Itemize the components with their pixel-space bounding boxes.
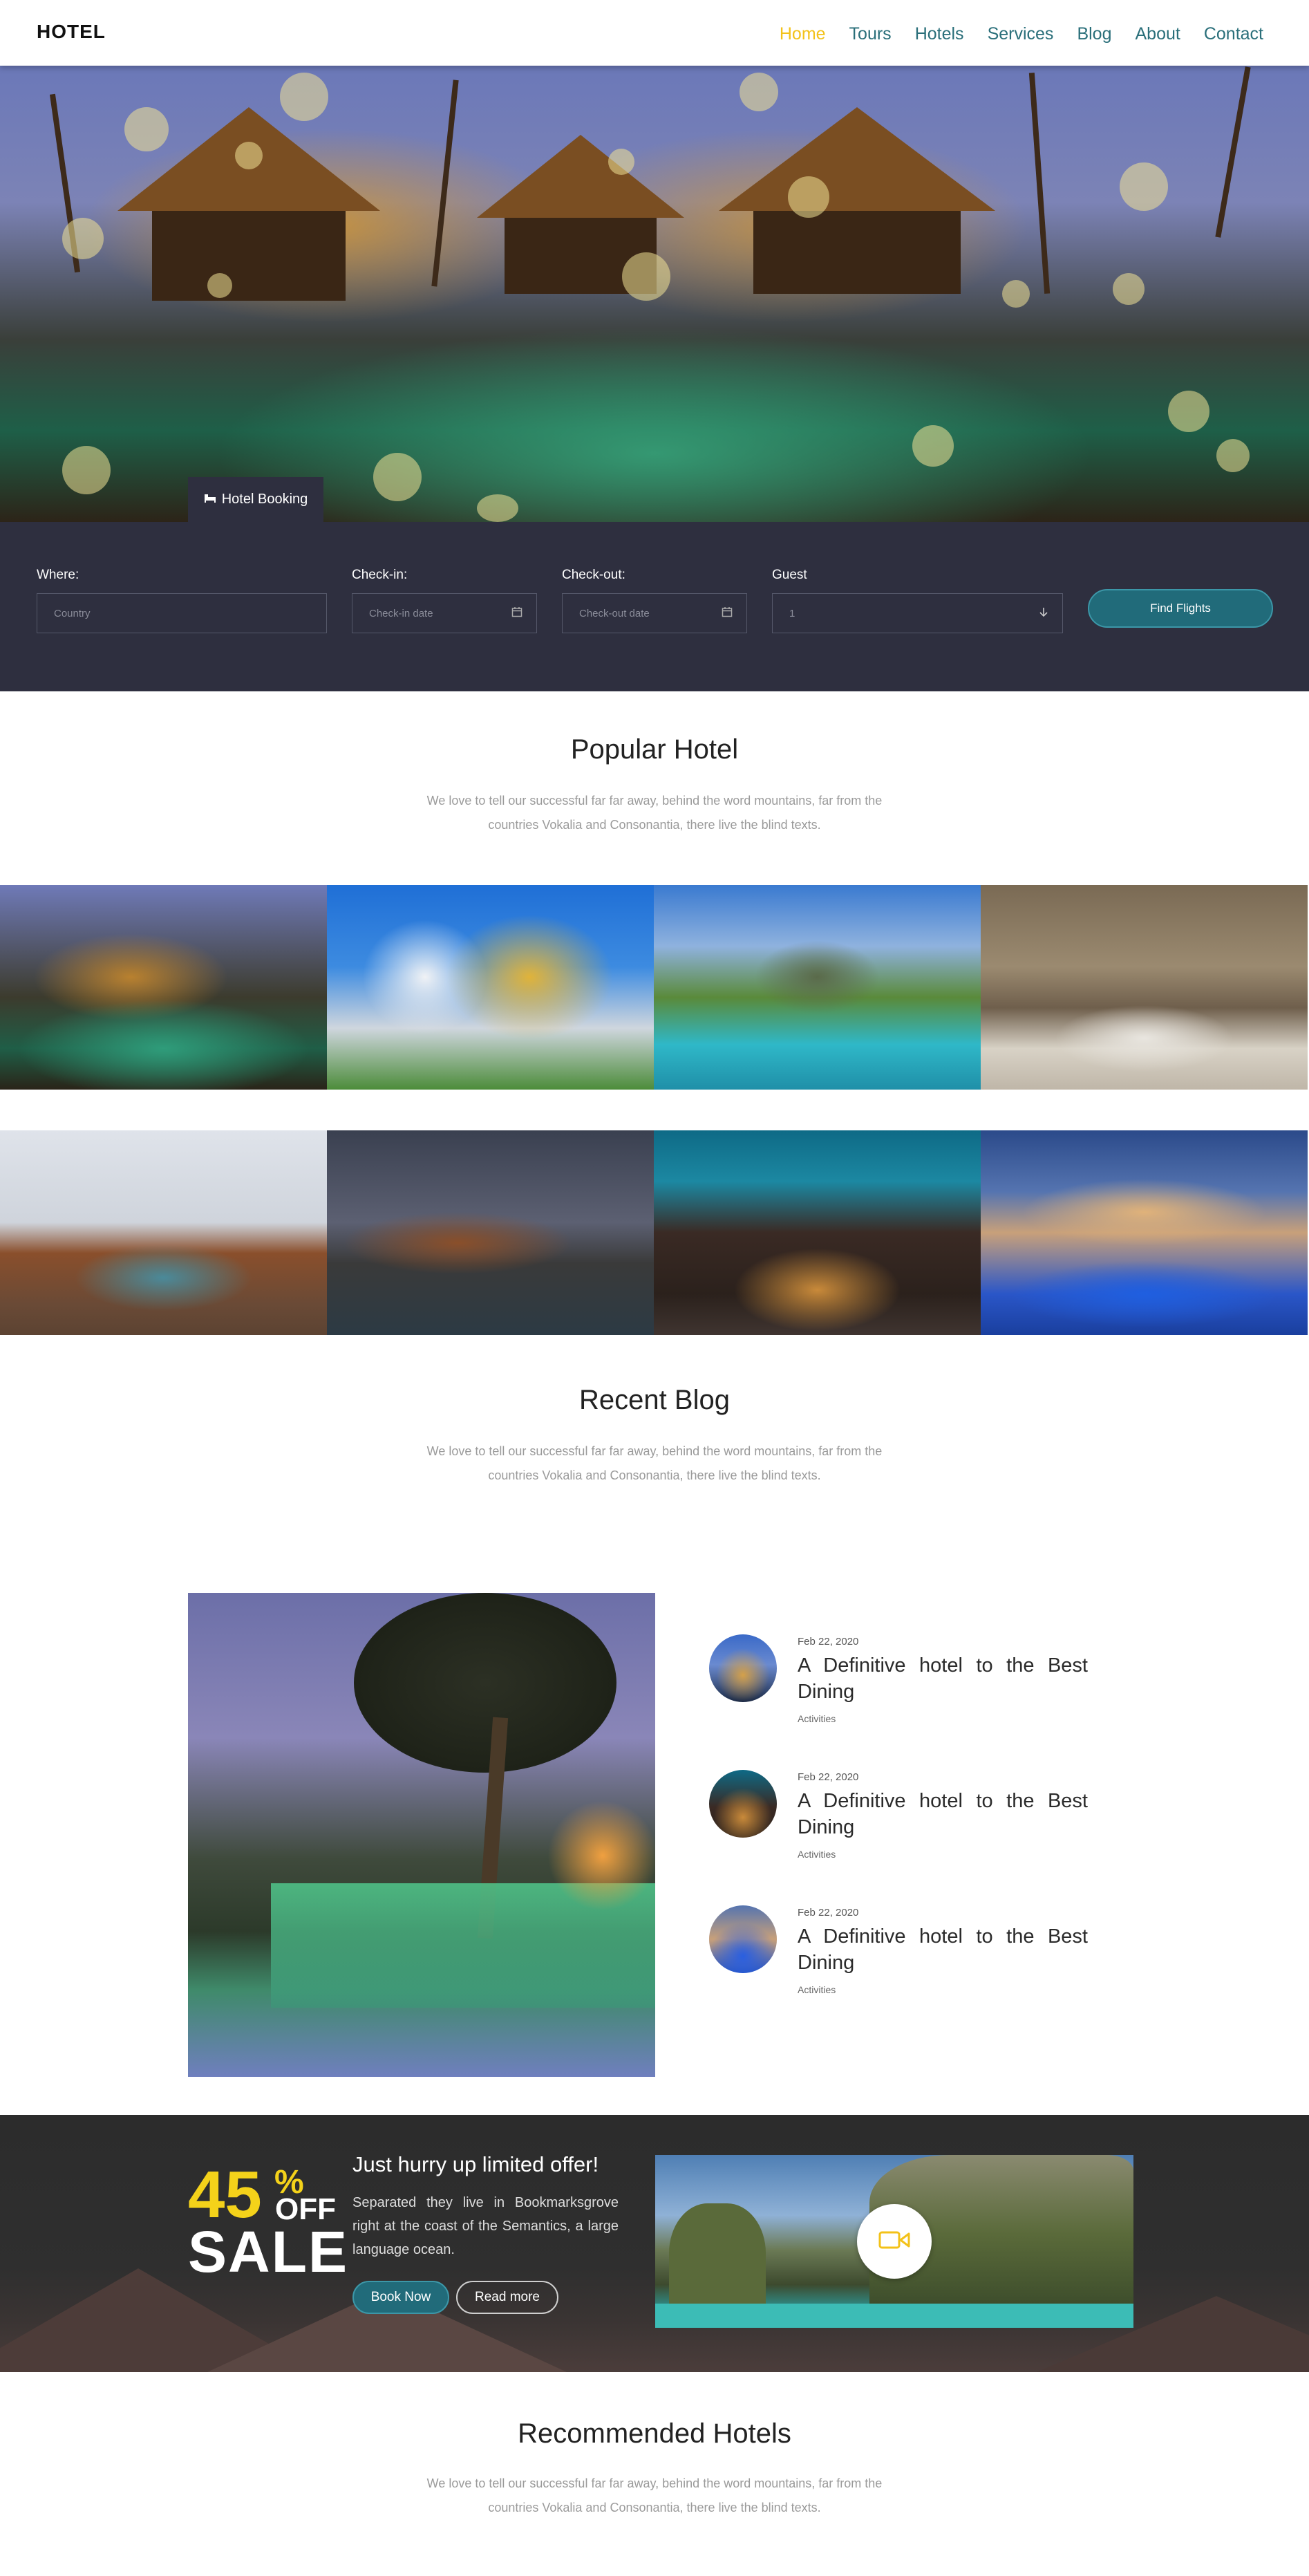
popular-hotel-subtitle: We love to tell our successful far far a… [426, 794, 883, 832]
calendar-icon [722, 606, 733, 621]
blog-post-1[interactable]: Feb 22, 2020 A Definitive hotel to the B… [709, 1634, 1088, 1731]
blog-thumbnail[interactable] [709, 1905, 777, 1973]
book-now-button[interactable]: Book Now [352, 2281, 449, 2314]
offer-title: Just hurry up limited offer! [352, 2152, 599, 2176]
site-header: HOTEL Home Tours Hotels Services Blog Ab… [0, 0, 1309, 66]
blog-date: Feb 22, 2020 [798, 1907, 859, 1919]
offer-video[interactable] [655, 2155, 1133, 2328]
where-input[interactable]: Country [37, 593, 327, 633]
blog-featured-image[interactable] [188, 1593, 655, 2077]
nav-home[interactable]: Home [780, 24, 826, 44]
read-more-button[interactable]: Read more [456, 2281, 558, 2314]
nav-contact[interactable]: Contact [1204, 24, 1263, 44]
arrow-down-icon [1039, 606, 1048, 621]
popular-hotel-title: Popular Hotel [570, 734, 739, 765]
blog-date: Feb 22, 2020 [798, 1771, 859, 1783]
guest-value: 1 [789, 607, 795, 619]
video-camera-icon [878, 2230, 910, 2254]
blog-category[interactable]: Activities [798, 1713, 836, 1724]
gallery-image-villa-pool[interactable] [981, 1130, 1308, 1335]
main-nav: Home Tours Hotels Services Blog About Co… [780, 24, 1263, 44]
nav-hotels[interactable]: Hotels [915, 24, 964, 44]
blog-date: Feb 22, 2020 [798, 1636, 859, 1648]
recommended-hotels-title: Recommended Hotels [518, 2418, 791, 2449]
checkout-placeholder: Check-out date [579, 607, 650, 619]
nav-blog[interactable]: Blog [1077, 24, 1111, 44]
gallery-image-bedroom[interactable] [981, 885, 1308, 1090]
checkout-input[interactable]: Check-out date [562, 593, 747, 633]
nav-tours[interactable]: Tours [849, 24, 892, 44]
blog-post-3[interactable]: Feb 22, 2020 A Definitive hotel to the B… [709, 1905, 1088, 2002]
blog-category[interactable]: Activities [798, 1984, 836, 1995]
checkin-input[interactable]: Check-in date [352, 593, 537, 633]
calendar-icon [511, 606, 522, 621]
gallery-image-old-town[interactable] [654, 1130, 981, 1335]
play-video-button[interactable] [857, 2204, 932, 2279]
recommended-hotels-subtitle: We love to tell our successful far far a… [426, 2476, 883, 2514]
booking-tab-label: Hotel Booking [221, 492, 308, 507]
bed-icon [204, 492, 216, 507]
guest-label: Guest [772, 568, 807, 582]
gallery-image-pool-garden[interactable] [654, 885, 981, 1090]
checkin-label: Check-in: [352, 568, 408, 582]
blog-title-link[interactable]: A Definitive hotel to the Best Dining [798, 1788, 1088, 1840]
recent-blog-subtitle: We love to tell our successful far far a… [426, 1444, 883, 1482]
recent-blog-title: Recent Blog [579, 1385, 730, 1415]
guest-select[interactable]: 1 [772, 593, 1063, 633]
offer-sale-label: SALE [188, 2219, 349, 2284]
blog-title-link[interactable]: A Definitive hotel to the Best Dining [798, 1923, 1088, 1976]
hero-image [0, 66, 1309, 522]
blog-thumbnail[interactable] [709, 1770, 777, 1838]
offer-banner: 45 % OFF SALE Just hurry up limited offe… [0, 2115, 1309, 2372]
blog-post-2[interactable]: Feb 22, 2020 A Definitive hotel to the B… [709, 1770, 1088, 1867]
blog-thumbnail[interactable] [709, 1634, 777, 1702]
gallery-image-lodge-dusk[interactable] [327, 1130, 654, 1335]
gallery-image-guest-room[interactable] [0, 1130, 327, 1335]
checkout-label: Check-out: [562, 568, 625, 582]
where-placeholder: Country [54, 607, 91, 619]
find-flights-button[interactable]: Find Flights [1088, 589, 1273, 628]
search-panel: Where: Country Check-in: Check-in date C… [0, 522, 1309, 691]
gallery-image-resort-night[interactable] [0, 885, 327, 1090]
nav-about[interactable]: About [1135, 24, 1180, 44]
gallery-image-temple[interactable] [327, 885, 654, 1090]
offer-text: Separated they live in Bookmarksgrove ri… [352, 2195, 619, 2257]
blog-title-link[interactable]: A Definitive hotel to the Best Dining [798, 1652, 1088, 1705]
logo[interactable]: HOTEL [37, 21, 106, 43]
tab-hotel-booking[interactable]: Hotel Booking [188, 477, 323, 522]
blog-category[interactable]: Activities [798, 1849, 836, 1860]
checkin-placeholder: Check-in date [369, 607, 433, 619]
where-label: Where: [37, 568, 79, 582]
nav-services[interactable]: Services [988, 24, 1054, 44]
